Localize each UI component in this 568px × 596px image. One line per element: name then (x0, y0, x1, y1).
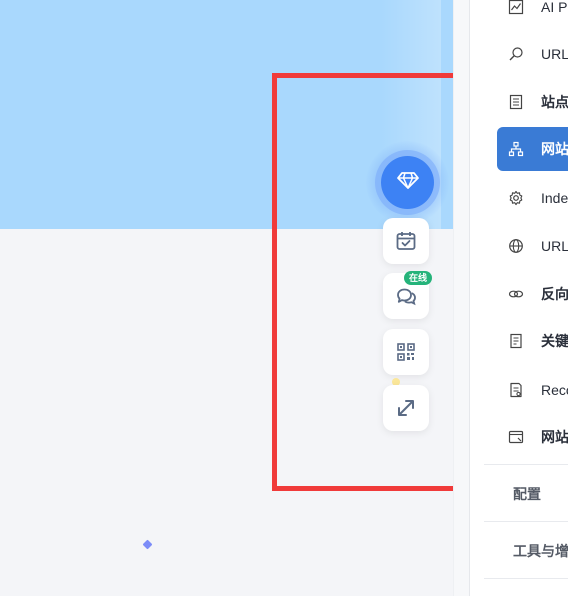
document-lines-icon (508, 333, 524, 349)
sidebar-item-label: 站点 (541, 94, 568, 110)
sidebar-item-indexing[interactable]: Inde (470, 176, 568, 220)
sidebar-item-website-active[interactable]: 网站 (497, 127, 568, 171)
sidebar-item-backlinks[interactable]: 反向 (470, 272, 568, 316)
gear-icon (508, 190, 524, 206)
sidebar-item-site[interactable]: 站点 (470, 80, 568, 124)
section-header-tools[interactable]: 工具与增 (513, 541, 568, 561)
sidebar-item-label: 网站 (541, 141, 568, 157)
expand-arrows-icon (396, 398, 416, 418)
chart-line-icon (508, 0, 524, 15)
expand-button[interactable] (383, 385, 429, 431)
calendar-button[interactable] (383, 218, 429, 264)
sidebar-item-label: 网站 (541, 429, 568, 445)
section-divider (484, 578, 568, 579)
sidebar-item-ai-performance[interactable]: AI Pe (470, 0, 568, 29)
chat-bubbles-icon (395, 285, 417, 307)
sidebar-nav: AI Pe URL 站点 网站 Inde URL 反向 (469, 0, 568, 596)
sitemap-icon (508, 141, 524, 157)
sidebar-item-label: Reco (541, 382, 568, 398)
section-divider (484, 464, 568, 465)
qr-code-button[interactable] (383, 329, 429, 375)
globe-icon (508, 238, 524, 254)
sidebar-item-label: Inde (541, 190, 568, 206)
premium-button[interactable] (381, 156, 434, 209)
browser-window-icon (508, 429, 524, 445)
search-icon (508, 46, 524, 62)
sidebar-item-label: URL (541, 46, 568, 62)
sidebar-item-url-inspection[interactable]: URL (470, 32, 568, 76)
sidebar-item-label: AI Pe (541, 0, 568, 15)
report-icon (508, 382, 524, 398)
scrollbar-track[interactable] (453, 0, 470, 596)
calendar-check-icon (395, 230, 417, 252)
section-divider (484, 521, 568, 522)
decorative-dot (142, 539, 153, 550)
link-icon (508, 286, 524, 302)
sidebar-item-recommendations[interactable]: Reco (470, 368, 568, 412)
sidebar-item-url[interactable]: URL (470, 224, 568, 268)
diamond-icon (395, 167, 421, 198)
document-list-icon (508, 94, 524, 110)
qr-code-icon (396, 342, 416, 362)
online-badge: 在线 (404, 271, 433, 285)
sidebar-item-keywords[interactable]: 关键 (470, 319, 568, 363)
sidebar-item-label: 关键 (541, 333, 568, 349)
section-header-config[interactable]: 配置 (513, 484, 541, 504)
sidebar-item-website-2[interactable]: 网站 (470, 415, 568, 459)
sidebar-item-label: URL (541, 238, 568, 254)
sidebar-item-label: 反向 (541, 286, 568, 302)
